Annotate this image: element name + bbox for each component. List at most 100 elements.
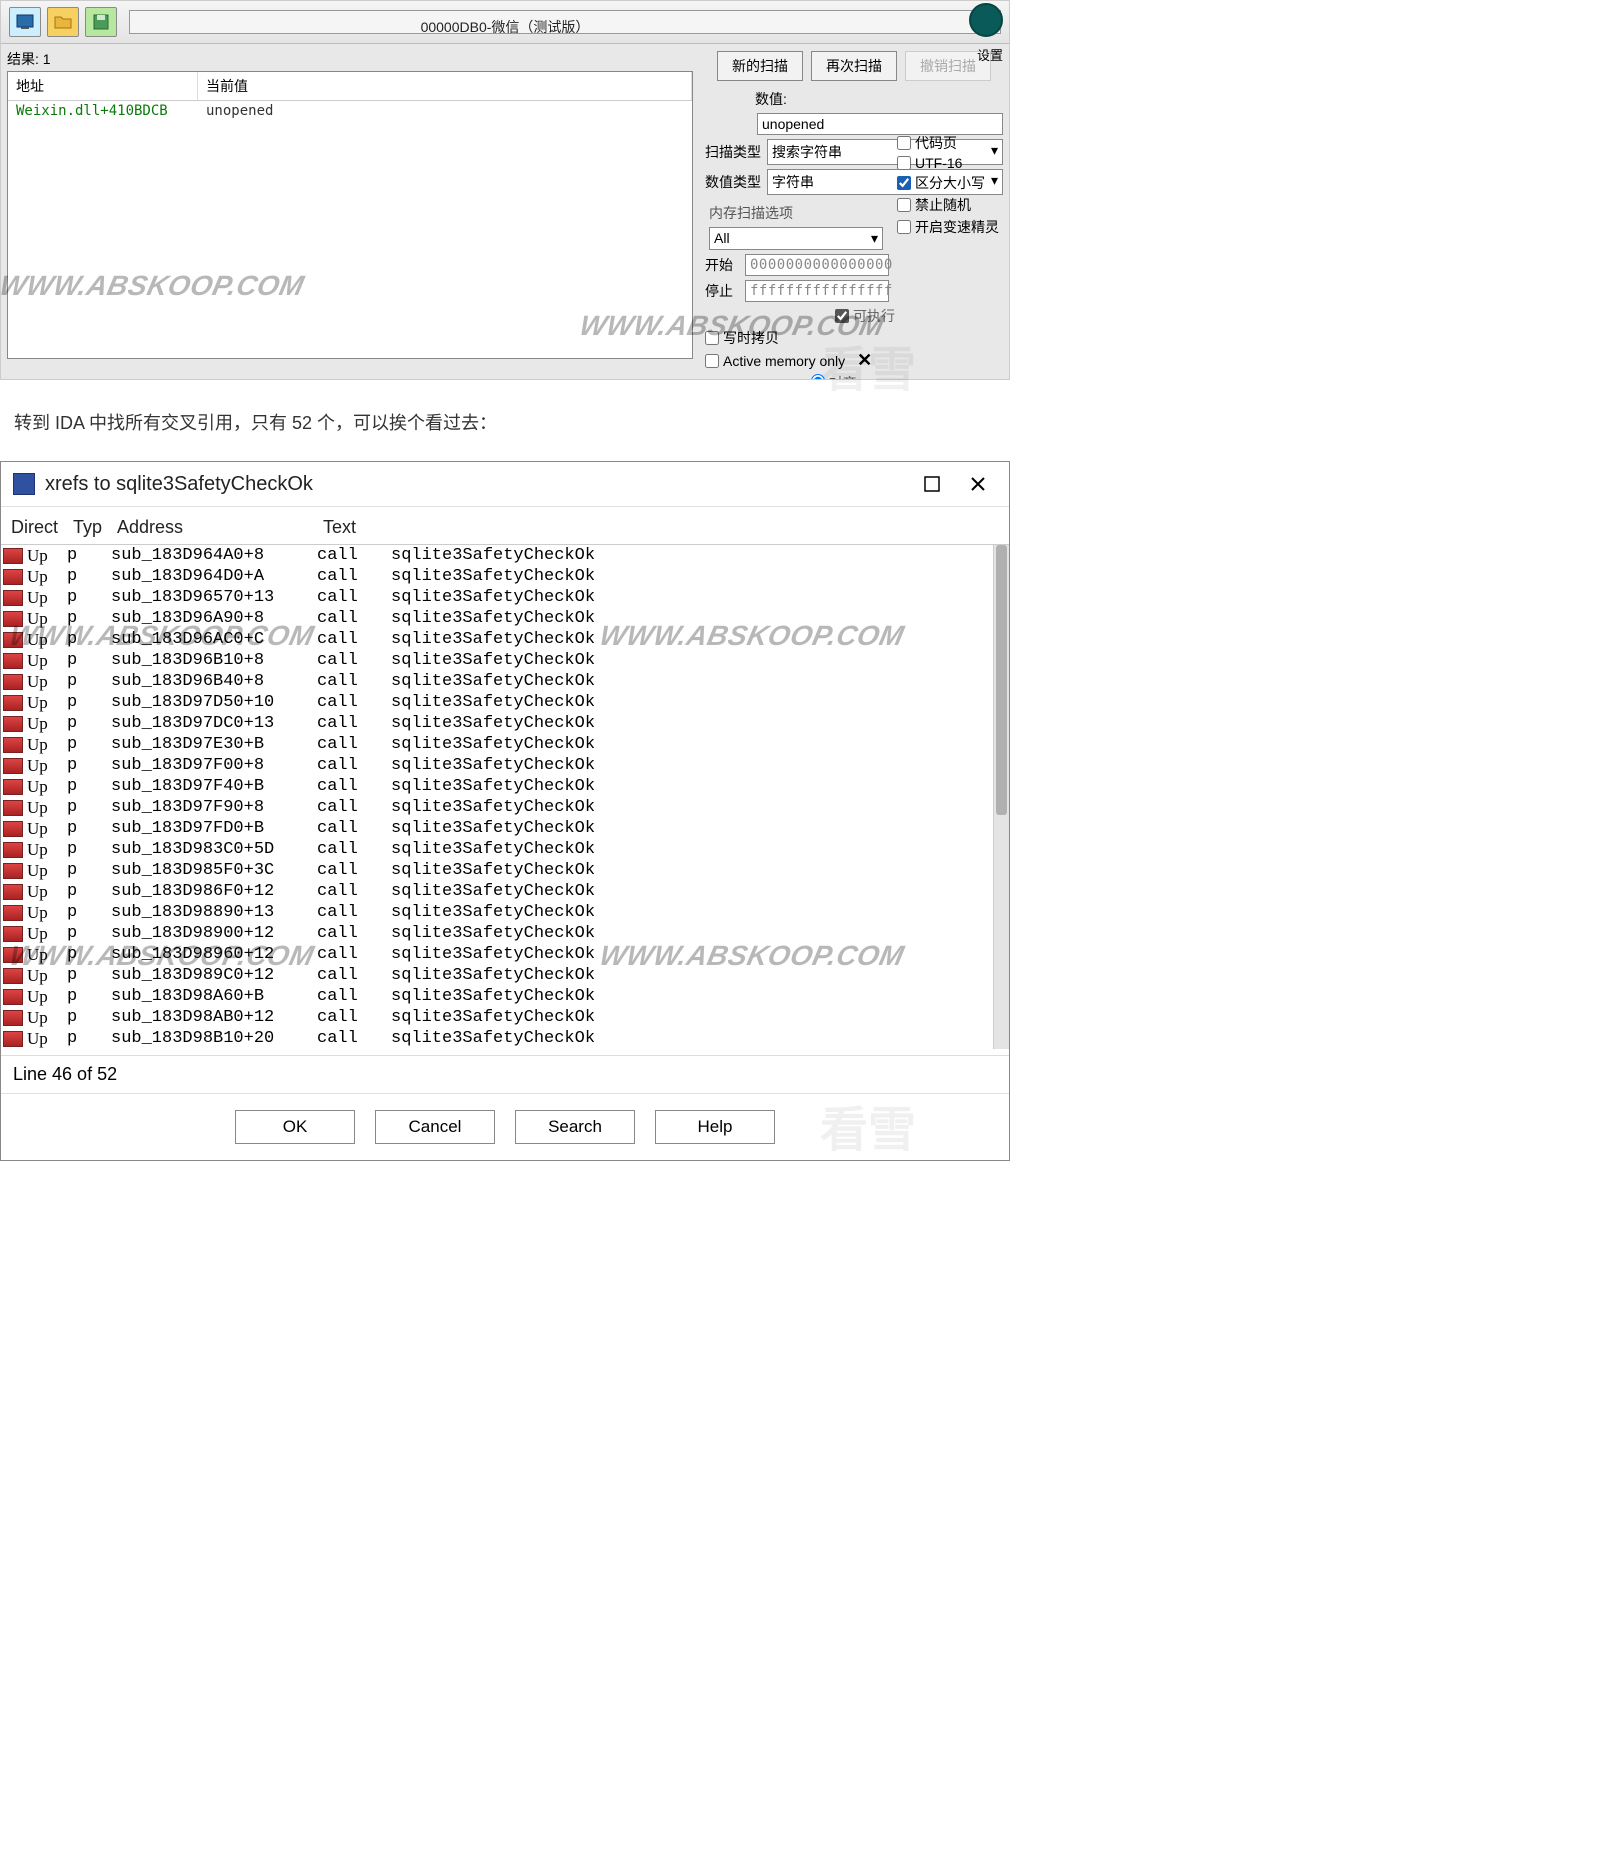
xref-row[interactable]: Uppsub_183D98890+13callsqlite3SafetyChec… bbox=[1, 902, 993, 923]
ida-titlebar[interactable]: xrefs to sqlite3SafetyCheckOk bbox=[1, 462, 1009, 507]
xref-direction: Up bbox=[27, 776, 67, 797]
xref-target: sqlite3SafetyCheckOk bbox=[391, 608, 993, 629]
start-label: 开始 bbox=[705, 255, 739, 275]
xref-row[interactable]: Uppsub_183D98AB0+12callsqlite3SafetyChec… bbox=[1, 1007, 993, 1028]
xref-direction: Up bbox=[27, 839, 67, 860]
search-button[interactable]: Search bbox=[515, 1110, 635, 1144]
open-file-icon[interactable] bbox=[47, 7, 79, 37]
xref-instr: call bbox=[317, 818, 391, 839]
xref-row[interactable]: Uppsub_183D97F00+8callsqlite3SafetyCheck… bbox=[1, 755, 993, 776]
settings-label[interactable]: 设置 bbox=[977, 45, 1003, 64]
xref-icon bbox=[3, 548, 23, 564]
cow-label: 写时拷贝 bbox=[723, 328, 779, 348]
ida-window-title: xrefs to sqlite3SafetyCheckOk bbox=[45, 473, 905, 496]
ok-button[interactable]: OK bbox=[235, 1110, 355, 1144]
col-direct[interactable]: Direct bbox=[7, 517, 73, 538]
xref-row[interactable]: Uppsub_183D97F90+8callsqlite3SafetyCheck… bbox=[1, 797, 993, 818]
xref-row[interactable]: Uppsub_183D985F0+3Ccallsqlite3SafetyChec… bbox=[1, 860, 993, 881]
xref-icon bbox=[3, 695, 23, 711]
xref-instr: call bbox=[317, 734, 391, 755]
col-typ[interactable]: Typ bbox=[73, 517, 117, 538]
xref-icon bbox=[3, 842, 23, 858]
xref-icon bbox=[3, 611, 23, 627]
xref-row[interactable]: Uppsub_183D96A90+8callsqlite3SafetyCheck… bbox=[1, 608, 993, 629]
xref-address: sub_183D96570+13 bbox=[111, 587, 317, 608]
xref-row[interactable]: Uppsub_183D96B10+8callsqlite3SafetyCheck… bbox=[1, 650, 993, 671]
xref-instr: call bbox=[317, 587, 391, 608]
xref-type: p bbox=[67, 545, 111, 566]
xref-address: sub_183D96B40+8 bbox=[111, 671, 317, 692]
xref-direction: Up bbox=[27, 818, 67, 839]
xref-row[interactable]: Uppsub_183D97F40+Bcallsqlite3SafetyCheck… bbox=[1, 776, 993, 797]
xref-row[interactable]: Uppsub_183D97D50+10callsqlite3SafetyChec… bbox=[1, 692, 993, 713]
xref-instr: call bbox=[317, 566, 391, 587]
xref-instr: call bbox=[317, 839, 391, 860]
xref-type: p bbox=[67, 965, 111, 986]
result-value: unopened bbox=[206, 103, 273, 119]
norandom-checkbox[interactable] bbox=[897, 198, 911, 212]
col-address[interactable]: 地址 bbox=[8, 72, 198, 100]
xref-row[interactable]: Uppsub_183D98B10+20callsqlite3SafetyChec… bbox=[1, 1028, 993, 1049]
xref-row[interactable]: Uppsub_183D97FD0+Bcallsqlite3SafetyCheck… bbox=[1, 818, 993, 839]
xref-type: p bbox=[67, 566, 111, 587]
xref-row[interactable]: Uppsub_183D98A60+Bcallsqlite3SafetyCheck… bbox=[1, 986, 993, 1007]
utf16-checkbox[interactable] bbox=[897, 156, 911, 170]
xref-address: sub_183D98960+12 bbox=[111, 944, 317, 965]
result-row[interactable]: Weixin.dll+410BDCB unopened bbox=[8, 101, 692, 121]
stop-address-input[interactable]: ffffffffffffffff bbox=[745, 280, 889, 302]
mem-range-select[interactable]: All▾ bbox=[709, 227, 883, 250]
xref-row[interactable]: Uppsub_183D97DC0+13callsqlite3SafetyChec… bbox=[1, 713, 993, 734]
cow-checkbox[interactable] bbox=[705, 331, 719, 345]
xref-list[interactable]: Uppsub_183D964A0+8callsqlite3SafetyCheck… bbox=[1, 545, 993, 1049]
xref-type: p bbox=[67, 776, 111, 797]
xref-icon bbox=[3, 926, 23, 942]
active-mem-checkbox[interactable] bbox=[705, 354, 719, 368]
close-icon[interactable]: ✕ bbox=[857, 350, 872, 371]
next-scan-button[interactable]: 再次扫描 bbox=[811, 51, 897, 81]
maximize-icon[interactable] bbox=[913, 470, 951, 498]
col-address[interactable]: Address bbox=[117, 517, 323, 538]
value-label: 数值: bbox=[755, 89, 1003, 109]
xref-direction: Up bbox=[27, 629, 67, 650]
xref-instr: call bbox=[317, 629, 391, 650]
speedhack-checkbox[interactable] bbox=[897, 220, 911, 234]
save-file-icon[interactable] bbox=[85, 7, 117, 37]
vertical-scrollbar[interactable] bbox=[993, 545, 1009, 1049]
xref-row[interactable]: Uppsub_183D96570+13callsqlite3SafetyChec… bbox=[1, 587, 993, 608]
xref-row[interactable]: Uppsub_183D964D0+Acallsqlite3SafetyCheck… bbox=[1, 566, 993, 587]
xref-row[interactable]: Uppsub_183D98960+12callsqlite3SafetyChec… bbox=[1, 944, 993, 965]
xref-address: sub_183D964D0+A bbox=[111, 566, 317, 587]
xref-row[interactable]: Uppsub_183D96AC0+Ccallsqlite3SafetyCheck… bbox=[1, 629, 993, 650]
col-text[interactable]: Text bbox=[323, 517, 1003, 538]
align-radio[interactable] bbox=[811, 374, 825, 380]
close-icon[interactable] bbox=[959, 470, 997, 498]
xref-type: p bbox=[67, 923, 111, 944]
xref-direction: Up bbox=[27, 965, 67, 986]
help-button[interactable]: Help bbox=[655, 1110, 775, 1144]
xref-instr: call bbox=[317, 1007, 391, 1028]
xref-row[interactable]: Uppsub_183D989C0+12callsqlite3SafetyChec… bbox=[1, 965, 993, 986]
results-list[interactable]: 地址 当前值 Weixin.dll+410BDCB unopened bbox=[7, 71, 693, 359]
codepage-checkbox[interactable] bbox=[897, 136, 911, 150]
xref-row[interactable]: Uppsub_183D98900+12callsqlite3SafetyChec… bbox=[1, 923, 993, 944]
col-current-value[interactable]: 当前值 bbox=[198, 72, 692, 100]
select-process-icon[interactable] bbox=[9, 7, 41, 37]
xref-row[interactable]: Uppsub_183D97E30+Bcallsqlite3SafetyCheck… bbox=[1, 734, 993, 755]
xref-row[interactable]: Uppsub_183D964A0+8callsqlite3SafetyCheck… bbox=[1, 545, 993, 566]
start-address-input[interactable]: 0000000000000000 bbox=[745, 254, 889, 276]
scrollbar-thumb[interactable] bbox=[996, 545, 1007, 815]
xref-row[interactable]: Uppsub_183D986F0+12callsqlite3SafetyChec… bbox=[1, 881, 993, 902]
xref-instr: call bbox=[317, 713, 391, 734]
xref-row[interactable]: Uppsub_183D983C0+5Dcallsqlite3SafetyChec… bbox=[1, 839, 993, 860]
xref-row[interactable]: Uppsub_183D96B40+8callsqlite3SafetyCheck… bbox=[1, 671, 993, 692]
xref-target: sqlite3SafetyCheckOk bbox=[391, 566, 993, 587]
xref-type: p bbox=[67, 797, 111, 818]
casesensitive-checkbox[interactable] bbox=[897, 176, 911, 190]
cancel-button[interactable]: Cancel bbox=[375, 1110, 495, 1144]
settings-gear-icon[interactable] bbox=[969, 3, 1003, 37]
xref-target: sqlite3SafetyCheckOk bbox=[391, 587, 993, 608]
xref-icon bbox=[3, 884, 23, 900]
xref-instr: call bbox=[317, 902, 391, 923]
new-scan-button[interactable]: 新的扫描 bbox=[717, 51, 803, 81]
executable-checkbox[interactable] bbox=[835, 309, 849, 323]
